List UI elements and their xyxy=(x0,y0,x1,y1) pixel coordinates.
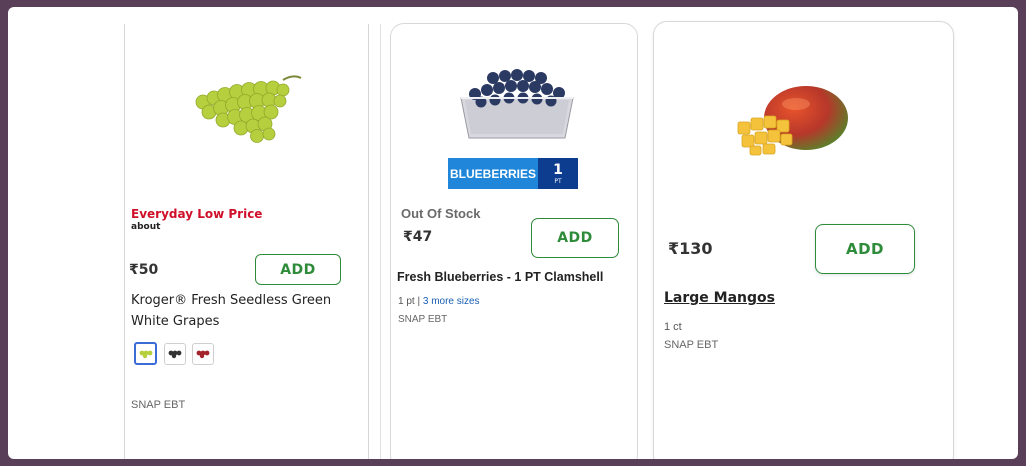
stock-status: Out Of Stock xyxy=(401,206,481,221)
green-grapes-image[interactable] xyxy=(183,68,303,148)
badge-quantity: 1 PT xyxy=(538,158,578,189)
product-name[interactable]: Kroger® Fresh Seedless Green White Grape… xyxy=(131,290,361,332)
snap-ebt-label: SNAP EBT xyxy=(398,314,448,325)
snap-ebt-label: SNAP EBT xyxy=(664,339,719,351)
product-grid: Everyday Low Price about ₹50 ADD Kroger®… xyxy=(8,7,1018,459)
price: ₹47 xyxy=(403,229,433,245)
card-divider xyxy=(380,24,381,459)
price: ₹50 xyxy=(129,262,159,278)
product-name[interactable]: Fresh Blueberries - 1 PT Clamshell xyxy=(397,267,633,288)
promo-label: Everyday Low Price xyxy=(131,207,263,221)
add-button[interactable]: ADD xyxy=(531,218,619,258)
promo-sub-label: about xyxy=(131,222,161,232)
green-grapes-thumb-icon xyxy=(139,350,152,358)
blueberries-clamshell-image[interactable] xyxy=(455,68,579,142)
variant-green-grapes[interactable] xyxy=(134,342,157,365)
product-card-mangos[interactable]: ₹130 ADD Large Mangos 1 ct SNAP EBT xyxy=(653,21,954,459)
size-separator: | xyxy=(417,296,421,307)
product-card-grapes[interactable]: Everyday Low Price about ₹50 ADD Kroger®… xyxy=(124,24,369,459)
mango-image[interactable] xyxy=(726,84,854,162)
snap-ebt-label: SNAP EBT xyxy=(131,399,186,411)
product-name[interactable]: Large Mangos xyxy=(664,288,775,309)
size-info: 1 pt | 3 more sizes xyxy=(398,296,480,307)
add-button[interactable]: ADD xyxy=(255,254,341,285)
size-label: 1 ct xyxy=(664,321,682,333)
price: ₹130 xyxy=(668,239,713,258)
badge-product-label: BLUEBERRIES xyxy=(448,158,538,189)
size-badge: BLUEBERRIES 1 PT xyxy=(448,158,578,189)
variant-black-grapes[interactable] xyxy=(164,343,186,365)
badge-qty-unit: PT xyxy=(554,177,562,185)
size-label: 1 pt xyxy=(398,296,415,307)
red-grapes-thumb-icon xyxy=(196,350,210,359)
badge-qty-number: 1 xyxy=(553,161,563,178)
variant-red-grapes[interactable] xyxy=(192,343,214,365)
black-grapes-thumb-icon xyxy=(168,350,182,359)
more-sizes-link[interactable]: 3 more sizes xyxy=(423,296,480,307)
product-card-blueberries[interactable]: BLUEBERRIES 1 PT Out Of Stock ₹47 ADD Fr… xyxy=(390,23,638,459)
add-button[interactable]: ADD xyxy=(815,224,915,274)
